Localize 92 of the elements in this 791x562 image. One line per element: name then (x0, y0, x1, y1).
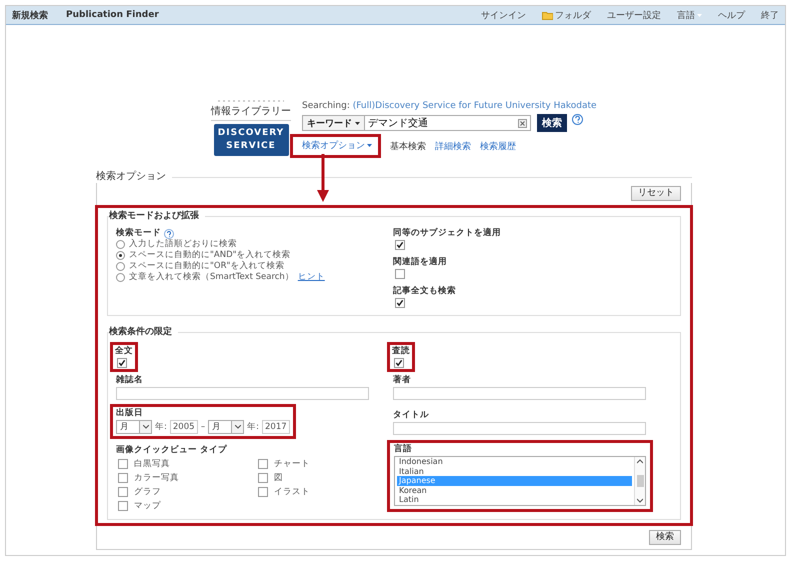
search-link[interactable]: 基本検索 (390, 140, 426, 152)
caret-icon (355, 122, 360, 124)
nav-link[interactable]: フォルダ (542, 8, 591, 22)
field-label: 著者 (393, 375, 411, 386)
searching-label: Searching: (Full)Discovery Service for Future University Hakodate (302, 101, 597, 111)
nav-link[interactable]: ヘルプ (718, 8, 745, 22)
library-name: 情報ライブラリー (211, 103, 291, 121)
checkbox[interactable] (117, 358, 127, 368)
list-option[interactable]: Korean (397, 486, 632, 495)
field-label: 査読 (392, 346, 410, 357)
checkbox[interactable] (118, 473, 128, 483)
checkbox[interactable] (118, 459, 128, 469)
chevron-down-icon (637, 498, 643, 502)
field-selector[interactable]: キーワード (302, 115, 365, 131)
language-listbox[interactable]: Indonesian Italian Japanese Korean Latin (394, 456, 646, 506)
year-label: 年: (247, 422, 259, 432)
search-link[interactable]: 検索履歴 (480, 140, 516, 152)
nav-link[interactable]: 終了 (761, 8, 779, 22)
database-link[interactable]: (Full)Discovery Service for Future University Hakodate (352, 101, 597, 111)
option-label: スペースに自動的に"OR"を入れて検索 (129, 261, 284, 272)
chevron-up-icon (637, 459, 643, 464)
checkbox[interactable] (258, 487, 268, 497)
field-label: 検索モード (116, 228, 161, 239)
hint-link[interactable]: ヒント (298, 272, 325, 283)
radio-button[interactable] (116, 251, 125, 260)
option-label: 文章を入れて検索（SmartText Search） (129, 272, 294, 283)
list-option[interactable]: Indonesian (397, 457, 632, 466)
nav-link[interactable]: ユーザー設定 (607, 8, 661, 22)
option-label: イラスト (274, 486, 310, 498)
list-option[interactable]: Latin (397, 495, 632, 504)
field-label: 出版日 (116, 408, 143, 419)
option-label: 白黒写真 (134, 458, 170, 470)
checkbox[interactable] (258, 473, 268, 483)
radio-button[interactable] (116, 262, 125, 271)
option-label: スペースに自動的に"AND"を入れて検索 (129, 250, 291, 261)
search-link[interactable]: 検索オプション (302, 139, 372, 152)
nav-link[interactable]: サインイン (481, 8, 526, 22)
field-label: 同等のサブジェクトを適用 (393, 228, 501, 239)
checkbox[interactable] (118, 501, 128, 511)
option-label: カラー写真 (134, 472, 179, 484)
nav-link[interactable]: 新規検索 (12, 8, 48, 22)
dotted-rule-icon (218, 99, 284, 103)
option-label: チャート (274, 458, 310, 470)
folder-icon (542, 10, 553, 20)
checkbox[interactable] (258, 459, 268, 469)
reset-button[interactable]: リセット (631, 186, 681, 201)
year-field[interactable]: 2017 (262, 420, 290, 434)
option-label: 図 (274, 472, 283, 484)
service-logo: DISCOVERY SERVICE (214, 124, 288, 156)
radio-button[interactable] (116, 240, 125, 249)
text-field[interactable] (393, 422, 646, 435)
checkbox[interactable] (118, 487, 128, 497)
search-field[interactable]: デマンド交通 (365, 115, 531, 131)
help-icon (572, 114, 583, 124)
help-icon (164, 228, 174, 238)
month-dropdown[interactable]: 月 (116, 420, 152, 434)
option-label: マップ (134, 500, 161, 512)
chevron-down-icon (142, 425, 148, 429)
field-label: タイトル (393, 410, 429, 421)
search-link[interactable]: 詳細検索 (435, 140, 471, 152)
text-field[interactable] (116, 387, 369, 400)
range-separator: – (200, 422, 206, 432)
checkbox[interactable] (395, 240, 405, 250)
caret-icon (367, 144, 372, 147)
search-button[interactable]: 検索 (649, 530, 681, 545)
field-label: 記事全文も検索 (393, 286, 456, 297)
year-label: 年: (155, 422, 167, 432)
list-option[interactable]: Italian (397, 466, 632, 476)
radio-button[interactable] (116, 273, 125, 282)
caret-icon (697, 14, 702, 16)
chevron-down-icon (234, 425, 241, 429)
scrollbar-thumb[interactable] (636, 474, 644, 487)
field-label: 全文 (115, 346, 133, 357)
field-label: 画像クイックビュー タイプ (116, 445, 227, 456)
search-button[interactable]: 検索 (537, 114, 567, 132)
fieldset-title: 検索条件の限定 (109, 326, 172, 338)
field-label: 雑誌名 (116, 375, 143, 386)
nav-link[interactable]: Publication Finder (66, 10, 159, 20)
text-field[interactable] (393, 387, 646, 400)
checkbox[interactable] (394, 358, 404, 368)
checkbox[interactable] (395, 298, 405, 308)
year-field[interactable]: 2005 (170, 420, 198, 434)
clear-icon (518, 118, 527, 128)
nav-link[interactable]: 言語 (677, 8, 702, 22)
fieldset-title: 検索モードおよび拡張 (109, 210, 199, 222)
checkbox[interactable] (395, 269, 405, 279)
field-label: 関連語を適用 (393, 257, 447, 268)
section-title: 検索オプション (96, 171, 166, 183)
option-label: 入力した語順どおりに検索 (129, 239, 237, 250)
month-dropdown[interactable]: 月 (208, 420, 244, 434)
option-label: グラフ (134, 486, 161, 498)
field-label: 言語 (394, 444, 412, 455)
